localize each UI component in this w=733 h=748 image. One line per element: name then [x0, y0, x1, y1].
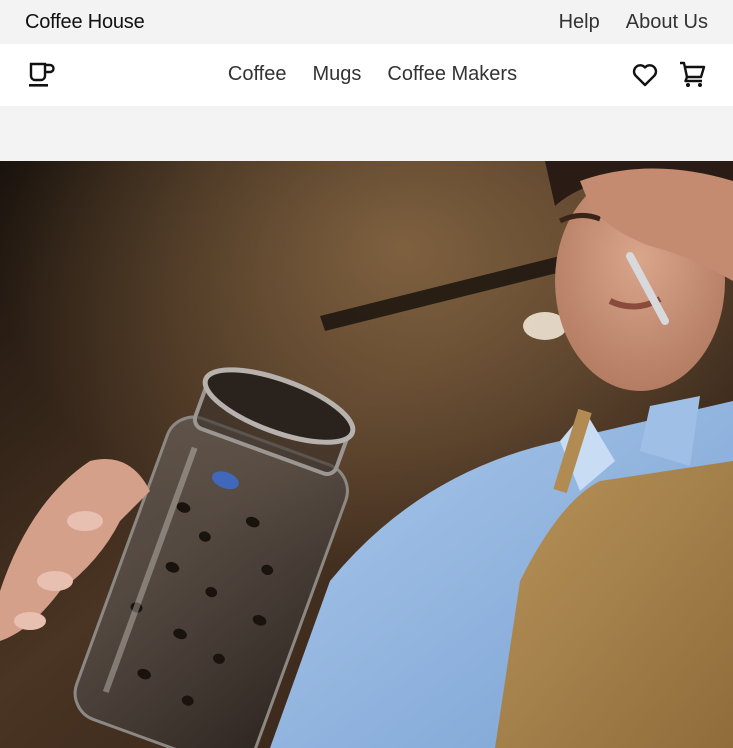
- top-links: Help About Us: [559, 11, 708, 34]
- about-us-link[interactable]: About Us: [626, 11, 708, 34]
- hero-image: [0, 161, 733, 748]
- hero-video[interactable]: [0, 161, 733, 748]
- top-bar: Coffee House Help About Us: [0, 0, 733, 44]
- help-link[interactable]: Help: [559, 11, 600, 34]
- brand-name[interactable]: Coffee House: [25, 11, 145, 34]
- nav-item-mugs[interactable]: Mugs: [312, 63, 361, 86]
- spacer-band: [0, 106, 733, 161]
- main-nav: Coffee Mugs Coffee Makers: [0, 44, 733, 106]
- heart-icon[interactable]: [630, 60, 660, 90]
- nav-item-coffee-makers[interactable]: Coffee Makers: [387, 63, 517, 86]
- shopping-cart-icon[interactable]: [677, 58, 709, 90]
- category-nav: Coffee Mugs Coffee Makers: [0, 63, 733, 86]
- nav-item-coffee[interactable]: Coffee: [228, 63, 287, 86]
